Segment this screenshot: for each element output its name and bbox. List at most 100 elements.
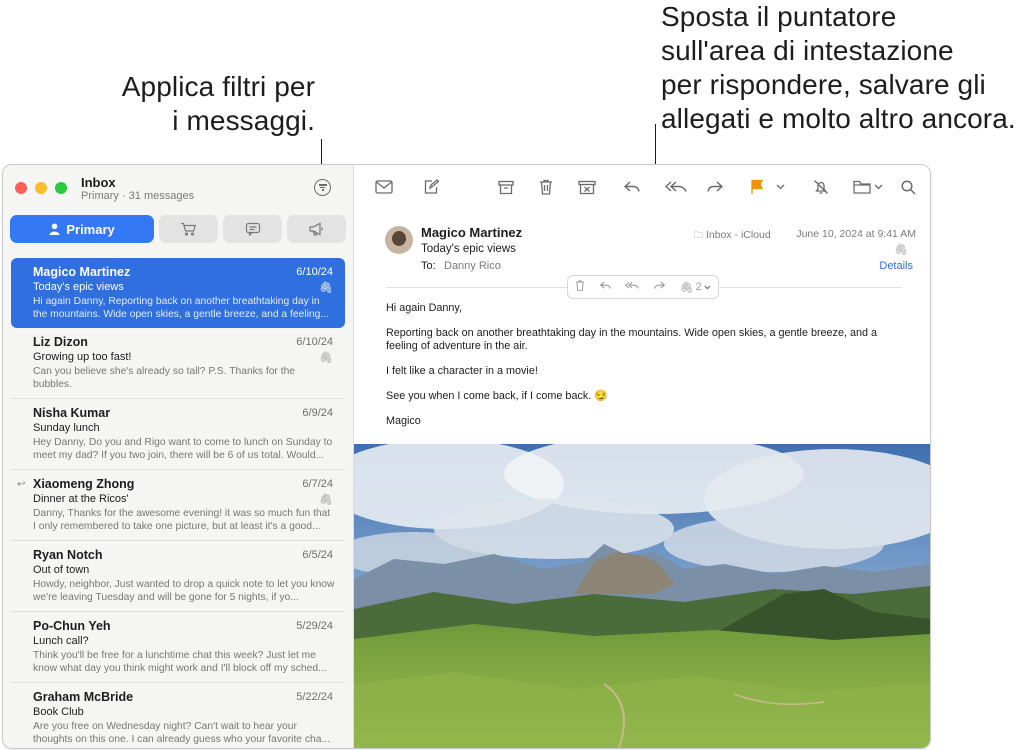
message-preview: Think you'll be free for a lunchtime cha… bbox=[33, 650, 327, 674]
tab-primary[interactable]: Primary bbox=[10, 215, 155, 243]
window-controls bbox=[15, 182, 67, 194]
message-sender: Po-Chun Yeh bbox=[33, 619, 111, 633]
message-date: 5/22/24 bbox=[296, 691, 333, 703]
mailbox-subtitle: Primary · 31 messages bbox=[81, 190, 195, 202]
mail-window: Inbox Primary · 31 messages Primary Magi… bbox=[2, 164, 931, 749]
chevron-down-icon bbox=[704, 285, 711, 289]
folder-icon: 🗀 bbox=[694, 230, 704, 240]
mountain-landscape-image bbox=[354, 444, 930, 748]
message-preview: Can you believe she's already so tall? P… bbox=[33, 366, 296, 390]
person-icon bbox=[49, 223, 60, 235]
callout-line: sull'area di intestazione bbox=[661, 35, 954, 66]
list-item[interactable]: Po-Chun Yeh 5/29/24 Lunch call? Think yo… bbox=[11, 612, 345, 683]
close-button[interactable] bbox=[15, 182, 27, 194]
reply-all-icon[interactable] bbox=[663, 177, 689, 197]
paperclip-icon: 🖇 bbox=[319, 282, 333, 294]
message-date: 6/5/24 bbox=[302, 549, 333, 561]
details-link[interactable]: Details bbox=[879, 260, 913, 272]
header-hover-toolbar: 🖇 2 bbox=[567, 275, 719, 299]
message-sender: Nisha Kumar bbox=[33, 406, 111, 420]
compose-icon[interactable] bbox=[420, 177, 442, 197]
header-sender: Magico Martinez bbox=[421, 225, 523, 240]
message-subject: Sunday lunch bbox=[33, 422, 100, 434]
category-tabs: Primary bbox=[10, 215, 346, 243]
toolbar bbox=[354, 165, 930, 209]
chevron-down-icon[interactable] bbox=[872, 177, 884, 197]
message-subject: Today's epic views bbox=[33, 281, 124, 293]
forward-icon[interactable] bbox=[654, 281, 666, 293]
header-recipient: Danny Rico bbox=[444, 260, 501, 272]
header-subject: Today's epic views bbox=[421, 243, 516, 255]
callout-line: Applica filtri per bbox=[121, 71, 315, 102]
replied-icon: ↩ bbox=[17, 479, 26, 490]
callout-line: i messaggi. bbox=[172, 105, 315, 136]
message-sender: Magico Martinez bbox=[33, 265, 131, 279]
reply-icon[interactable] bbox=[599, 281, 611, 293]
archive-icon[interactable] bbox=[495, 177, 517, 197]
paperclip-icon: 🖇 bbox=[319, 494, 333, 506]
message-preview: Hi again Danny, Reporting back on anothe… bbox=[33, 296, 329, 320]
message-list-pane: Inbox Primary · 31 messages Primary Magi… bbox=[3, 165, 354, 748]
trash-icon[interactable] bbox=[535, 177, 557, 197]
envelope-icon[interactable] bbox=[373, 177, 395, 197]
message-viewer: Magico Martinez Today's epic views To: D… bbox=[354, 165, 930, 748]
chevron-down-icon[interactable] bbox=[774, 177, 786, 197]
message-preview: Howdy, neighbor, Just wanted to drop a q… bbox=[33, 579, 335, 603]
folder-icon[interactable] bbox=[851, 177, 873, 197]
message-preview: Hey Danny, Do you and Rigo want to come … bbox=[33, 437, 333, 461]
body-paragraph: I felt like a character in a movie! bbox=[386, 365, 538, 377]
message-sender: Ryan Notch bbox=[33, 548, 103, 562]
zoom-button[interactable] bbox=[55, 182, 67, 194]
attachment-count: 2 bbox=[695, 281, 702, 293]
junk-icon[interactable] bbox=[576, 177, 598, 197]
mute-bell-icon[interactable] bbox=[810, 177, 832, 197]
message-date: 6/10/24 bbox=[296, 336, 333, 348]
body-paragraph: See you when I come back, if I come back… bbox=[386, 390, 608, 402]
list-item[interactable]: Liz Dizon 6/10/24 Growing up too fast! 🖇… bbox=[11, 328, 345, 399]
reply-all-icon[interactable] bbox=[625, 281, 640, 293]
message-subject: Lunch call? bbox=[33, 635, 89, 647]
message-preview: Danny, Thanks for the awesome evening! i… bbox=[33, 508, 331, 532]
message-subject: Dinner at the Ricos' bbox=[33, 493, 129, 505]
body-paragraph: Hi again Danny, bbox=[386, 302, 463, 314]
list-item[interactable]: Magico Martinez 6/10/24 Today's epic vie… bbox=[11, 258, 345, 328]
tab-primary-label: Primary bbox=[66, 221, 115, 237]
message-subject: Out of town bbox=[33, 564, 90, 576]
list-item[interactable]: ↩ Xiaomeng Zhong 6/7/24 Dinner at the Ri… bbox=[11, 470, 345, 541]
search-icon[interactable] bbox=[897, 177, 919, 197]
header-date: June 10, 2024 at 9:41 AM bbox=[796, 228, 916, 240]
forward-icon[interactable] bbox=[704, 177, 726, 197]
message-date: 6/7/24 bbox=[302, 478, 333, 490]
trash-icon[interactable] bbox=[575, 280, 585, 294]
list-item[interactable]: Nisha Kumar 6/9/24 Sunday lunch Hey Dann… bbox=[11, 399, 345, 470]
paperclip-icon: 🖇 bbox=[679, 281, 694, 294]
cart-icon bbox=[181, 222, 197, 236]
message-list: Magico Martinez 6/10/24 Today's epic vie… bbox=[3, 258, 353, 748]
filter-icon[interactable] bbox=[314, 179, 331, 196]
tab-transactions[interactable] bbox=[159, 215, 219, 243]
paperclip-icon: 🖇 bbox=[319, 352, 333, 364]
list-item[interactable]: Ryan Notch 6/5/24 Out of town Howdy, nei… bbox=[11, 541, 345, 612]
reply-icon[interactable] bbox=[621, 177, 643, 197]
message-sender: Graham McBride bbox=[33, 690, 134, 704]
mailbox-title: Inbox bbox=[81, 175, 116, 190]
body-paragraph: Magico bbox=[386, 415, 421, 427]
flag-icon[interactable] bbox=[746, 177, 768, 197]
callout-filters: Applica filtri per i messaggi. bbox=[15, 70, 315, 138]
megaphone-icon bbox=[309, 222, 323, 236]
tab-updates[interactable] bbox=[223, 215, 283, 243]
callout-header-hover: Sposta il puntatore sull'area di intesta… bbox=[661, 0, 1031, 136]
message-subject: Growing up too fast! bbox=[33, 351, 132, 363]
paperclip-icon: 🖇 bbox=[894, 244, 908, 256]
header-to-label: To: bbox=[421, 260, 436, 272]
message-sender: Xiaomeng Zhong bbox=[33, 477, 135, 491]
attachments-button[interactable]: 🖇 2 bbox=[680, 281, 711, 294]
list-item[interactable]: Graham McBride 5/22/24 Book Club Are you… bbox=[11, 683, 345, 748]
tab-promotions[interactable] bbox=[287, 215, 346, 243]
minimize-button[interactable] bbox=[35, 182, 47, 194]
avatar bbox=[385, 226, 413, 254]
attached-photo[interactable] bbox=[354, 444, 930, 748]
header-mailbox: 🗀 Inbox - iCloud bbox=[694, 228, 771, 244]
message-date: 6/9/24 bbox=[302, 407, 333, 419]
callout-line: per rispondere, salvare gli bbox=[661, 69, 986, 100]
